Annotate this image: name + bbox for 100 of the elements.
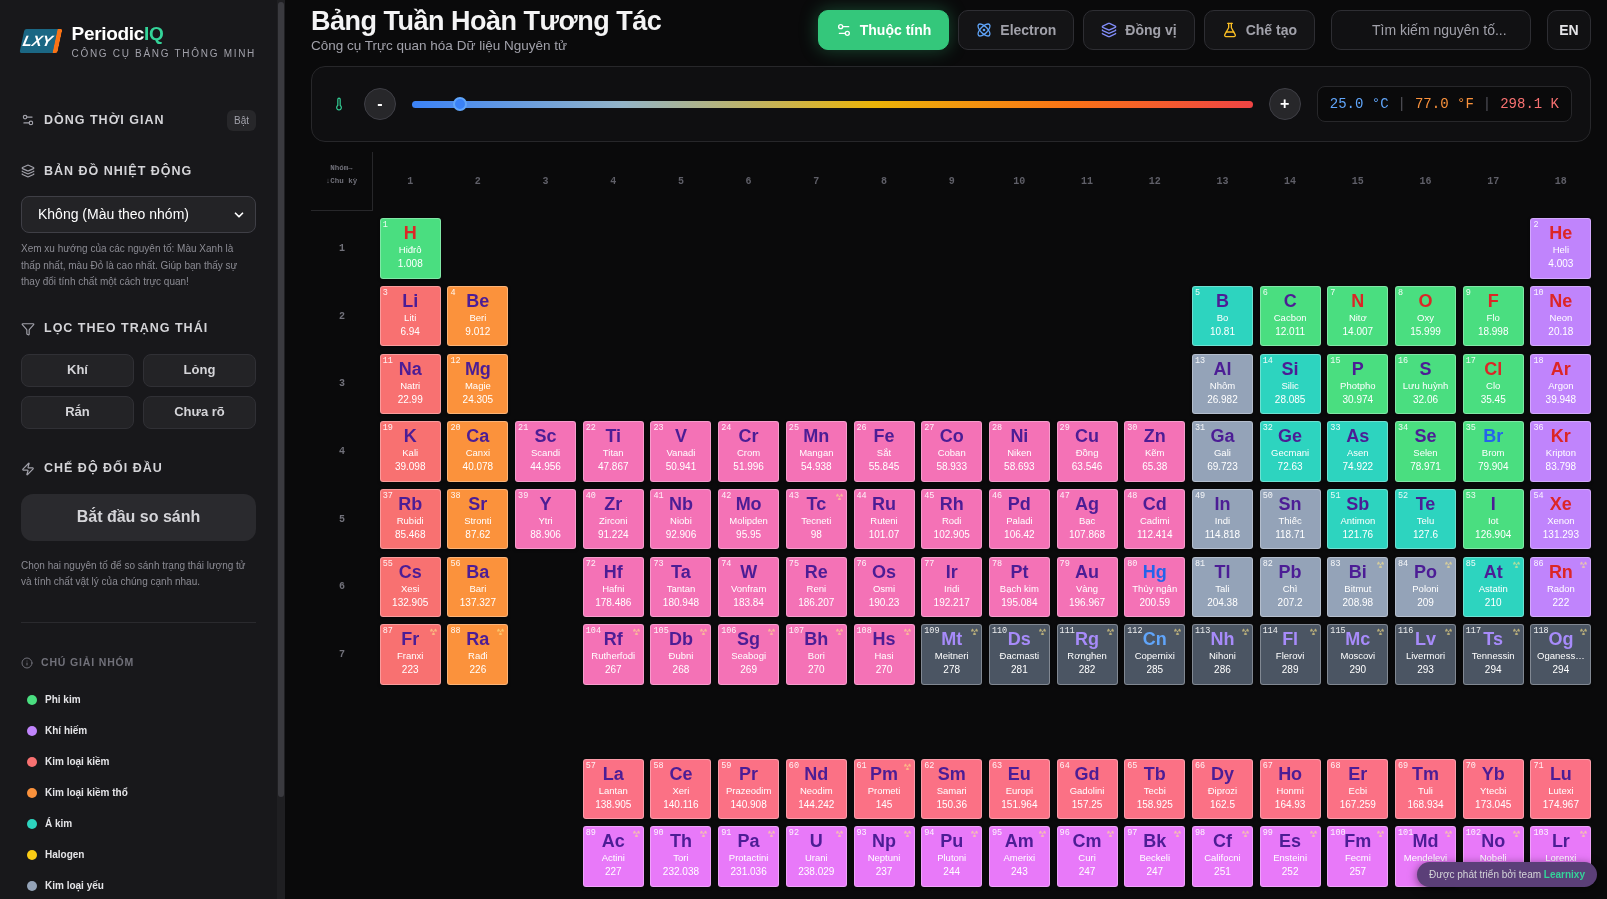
element-tile[interactable]: 82 Pb Chì 207.2 — [1259, 556, 1321, 618]
element-tile[interactable]: 56 Ba Bari 137.327 — [447, 556, 509, 618]
element-tile[interactable]: 33 As Asen 74.922 — [1327, 421, 1389, 482]
filter-button[interactable]: Lỏng — [143, 353, 256, 387]
element-tile[interactable]: 34 Se Selen 78.971 — [1395, 421, 1456, 482]
element-tile[interactable]: 18 Ar Argon 39.948 — [1530, 353, 1592, 415]
element-tile[interactable]: 97 Bk Beckeli 247 — [1124, 826, 1186, 887]
element-tile[interactable]: 78 Pt Bạch kim 195.084 — [988, 556, 1050, 618]
element-tile[interactable]: 64 Gd Gadolini 157.25 — [1056, 758, 1118, 820]
scrollbar-thumb[interactable] — [278, 2, 284, 797]
element-tile[interactable]: 45 Rh Rodi 102.905 — [921, 488, 983, 550]
element-tile[interactable]: 5 B Bo 10.81 — [1191, 285, 1253, 347]
element-tile[interactable]: 29 Cu Đồng 63.546 — [1056, 421, 1118, 482]
status-badge[interactable]: Bật — [227, 109, 256, 131]
element-tile[interactable]: 71 Lu Lutexi 174.967 — [1530, 758, 1592, 820]
element-tile[interactable]: 21 Sc Scandi 44.956 — [515, 421, 577, 482]
element-tile[interactable]: 31 Ga Gali 69.723 — [1191, 421, 1253, 482]
element-tile[interactable]: 85 At Astatin 210 — [1462, 556, 1524, 618]
element-tile[interactable]: 38 Sr Stronti 87.62 — [447, 488, 509, 550]
element-tile[interactable]: 6 C Cacbon 12.011 — [1259, 285, 1321, 347]
element-tile[interactable]: 114 Fl Flerovi 289 — [1259, 624, 1321, 685]
element-tile[interactable]: 67 Ho Honmi 164.93 — [1259, 758, 1321, 820]
element-tile[interactable]: 88 Ra Rađi 226 — [447, 624, 509, 685]
element-tile[interactable]: 68 Er Ecbi 167.259 — [1327, 758, 1389, 820]
element-tile[interactable]: 83 Bi Bitmut 208.98 — [1327, 556, 1389, 618]
element-tile[interactable]: 52 Te Telu 127.6 — [1395, 488, 1456, 550]
element-tile[interactable]: 30 Zn Kẽm 65.38 — [1124, 421, 1186, 482]
element-tile[interactable]: 23 V Vanadi 50.941 — [650, 421, 712, 482]
filter-button[interactable]: Khí — [21, 353, 134, 387]
element-tile[interactable]: 91 Pa Protactini 231.036 — [718, 826, 780, 887]
nav-tab[interactable]: Chế tạo — [1203, 10, 1315, 50]
compare-button[interactable]: Bắt đầu so sánh — [21, 493, 256, 541]
element-tile[interactable]: 60 Nd Neodim 144.242 — [785, 758, 847, 820]
element-tile[interactable]: 73 Ta Tantan 180.948 — [650, 556, 712, 618]
element-tile[interactable]: 11 Na Natri 22.99 — [379, 353, 441, 415]
heatmap-select[interactable]: Không (Màu theo nhóm) — [21, 196, 256, 233]
element-tile[interactable]: 90 Th Tori 232.038 — [650, 826, 712, 887]
element-tile[interactable]: 17 Cl Clo 35.45 — [1462, 353, 1524, 415]
element-tile[interactable]: 70 Yb Ytecbi 173.045 — [1462, 758, 1524, 820]
element-tile[interactable]: 54 Xe Xenon 131.293 — [1530, 488, 1592, 550]
element-tile[interactable]: 20 Ca Canxi 40.078 — [447, 421, 509, 482]
language-button[interactable]: EN — [1547, 10, 1591, 50]
element-tile[interactable]: 25 Mn Mangan 54.938 — [785, 421, 847, 482]
element-tile[interactable]: 87 Fr Franxi 223 — [379, 624, 441, 685]
element-tile[interactable]: 9 F Flo 18.998 — [1462, 285, 1524, 347]
element-tile[interactable]: 48 Cd Cadimi 112.414 — [1124, 488, 1186, 550]
element-tile[interactable]: 14 Si Silic 28.085 — [1259, 353, 1321, 415]
element-tile[interactable]: 89 Ac Actini 227 — [582, 826, 644, 887]
element-tile[interactable]: 57 La Lantan 138.905 — [582, 758, 644, 820]
element-tile[interactable]: 93 Np Neptuni 237 — [853, 826, 915, 887]
nav-tab[interactable]: Đồng vị — [1083, 10, 1195, 50]
element-tile[interactable]: 22 Ti Titan 47.867 — [582, 421, 644, 482]
element-tile[interactable]: 4 Be Beri 9.012 — [447, 285, 509, 347]
element-tile[interactable]: 77 Ir Iridi 192.217 — [921, 556, 983, 618]
element-tile[interactable]: 75 Re Reni 186.207 — [785, 556, 847, 618]
element-tile[interactable]: 63 Eu Europi 151.964 — [988, 758, 1050, 820]
element-tile[interactable]: 3 Li Liti 6.94 — [379, 285, 441, 347]
element-tile[interactable]: 66 Dy Điprozi 162.5 — [1191, 758, 1253, 820]
filter-button[interactable]: Chưa rõ — [143, 395, 256, 429]
element-tile[interactable]: 13 Al Nhôm 26.982 — [1191, 353, 1253, 415]
filter-button[interactable]: Rắn — [21, 395, 134, 429]
element-tile[interactable]: 10 Ne Neon 20.18 — [1530, 285, 1592, 347]
element-tile[interactable]: 98 Cf Califocni 251 — [1191, 826, 1253, 887]
element-tile[interactable]: 69 Tm Tuli 168.934 — [1395, 758, 1456, 820]
element-tile[interactable]: 80 Hg Thủy ngân 200.59 — [1124, 556, 1186, 618]
element-tile[interactable]: 39 Y Ytri 88.906 — [515, 488, 577, 550]
element-tile[interactable]: 58 Ce Xeri 140.116 — [650, 758, 712, 820]
element-tile[interactable]: 8 O Oxy 15.999 — [1395, 285, 1456, 347]
element-tile[interactable]: 86 Rn Radon 222 — [1530, 556, 1592, 618]
element-tile[interactable]: 51 Sb Antimon 121.76 — [1327, 488, 1389, 550]
element-tile[interactable]: 24 Cr Crom 51.996 — [718, 421, 780, 482]
element-tile[interactable]: 19 K Kali 39.098 — [379, 421, 441, 482]
decrease-button[interactable]: - — [364, 88, 396, 120]
element-tile[interactable]: 55 Cs Xesi 132.905 — [379, 556, 441, 618]
element-tile[interactable]: 81 Tl Tali 204.38 — [1191, 556, 1253, 618]
element-tile[interactable]: 92 U Urani 238.029 — [785, 826, 847, 887]
element-tile[interactable]: 41 Nb Niobi 92.906 — [650, 488, 712, 550]
element-tile[interactable]: 2 He Heli 4.003 — [1530, 218, 1592, 279]
element-tile[interactable]: 40 Zr Zirconi 91.224 — [582, 488, 644, 550]
element-tile[interactable]: 99 Es Ensteini 252 — [1259, 826, 1321, 887]
element-tile[interactable]: 84 Po Poloni 209 — [1395, 556, 1456, 618]
element-tile[interactable]: 72 Hf Hafni 178.486 — [582, 556, 644, 618]
search-field[interactable]: Tìm kiếm nguyên tố... — [1331, 10, 1531, 50]
element-tile[interactable]: 1 H Hiđrô 1.008 — [379, 218, 441, 279]
element-tile[interactable]: 65 Tb Tecbi 158.925 — [1124, 758, 1186, 820]
element-tile[interactable]: 16 S Lưu huỳnh 32.06 — [1395, 353, 1456, 415]
slider-thumb[interactable] — [452, 97, 467, 111]
element-tile[interactable]: 36 Kr Kripton 83.798 — [1530, 421, 1592, 482]
element-tile[interactable]: 76 Os Osmi 190.23 — [853, 556, 915, 618]
element-tile[interactable]: 32 Ge Gecmani 72.63 — [1259, 421, 1321, 482]
nav-tab[interactable]: Thuộc tính — [817, 10, 950, 50]
element-tile[interactable]: 42 Mo Molipden 95.95 — [718, 488, 780, 550]
element-tile[interactable]: 59 Pr Prazeodim 140.908 — [718, 758, 780, 820]
element-tile[interactable]: 74 W Vonfram 183.84 — [718, 556, 780, 618]
element-tile[interactable]: 27 Co Coban 58.933 — [921, 421, 983, 482]
element-tile[interactable]: 94 Pu Plutoni 244 — [921, 826, 983, 887]
increase-button[interactable]: + — [1268, 88, 1301, 120]
element-tile[interactable]: 50 Sn Thiếc 118.71 — [1259, 488, 1321, 550]
element-tile[interactable]: 37 Rb Rubidi 85.468 — [379, 488, 441, 550]
element-tile[interactable]: 28 Ni Niken 58.693 — [988, 421, 1050, 482]
